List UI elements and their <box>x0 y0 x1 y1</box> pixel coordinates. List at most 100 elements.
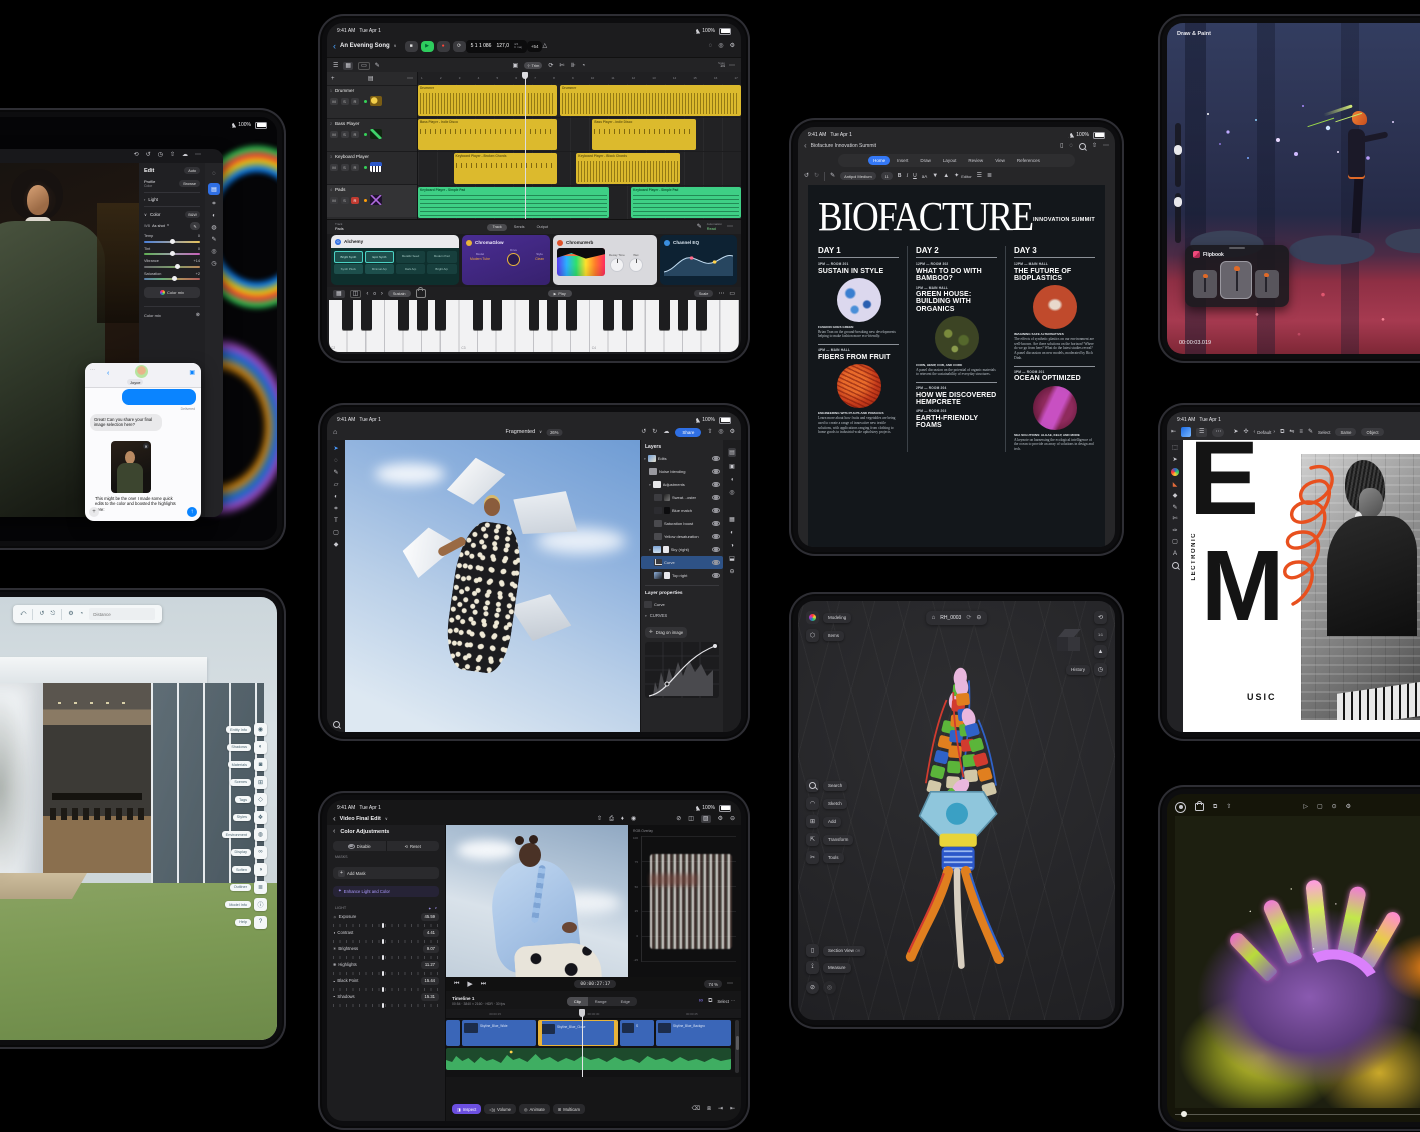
play-button[interactable]: ▶ <box>421 41 434 52</box>
loop-tool-icon[interactable]: ⟳ <box>548 63 553 69</box>
black-key[interactable] <box>435 300 446 330</box>
light-wand-icon[interactable]: ✦ <box>428 906 431 911</box>
cloud-icon[interactable]: ☁ <box>663 429 669 435</box>
enhance-button[interactable]: ✦Enhance Light and Color <box>333 886 439 897</box>
drag-on-image-button[interactable]: ✛Drag on image <box>645 627 687 638</box>
layer-row-saturation-boost[interactable]: Saturation boost <box>641 517 723 530</box>
timeline-playhead[interactable] <box>582 1009 583 1077</box>
edit-adjust-icon[interactable]: ▤ <box>208 183 220 195</box>
shape-tool-icon[interactable]: ▢ <box>1172 539 1178 545</box>
layer-row-yellow-desaturation[interactable]: Yellow desaturation <box>641 530 723 543</box>
move-tool-icon[interactable]: ➤ <box>333 446 338 452</box>
usic-label[interactable]: USIC <box>1247 692 1277 702</box>
entity-info-button[interactable]: Entity Info◉ <box>222 723 267 736</box>
pen-icon[interactable]: ✎ <box>1308 429 1313 435</box>
contact-name[interactable]: Joyce <box>127 379 143 385</box>
fx-icon[interactable]: ⬓ <box>729 556 735 562</box>
curves-graph[interactable] <box>645 642 719 698</box>
zoom-badge[interactable]: 26% <box>546 429 562 436</box>
visibility-eye-icon[interactable] <box>712 573 720 579</box>
multicam-button[interactable]: ⊞Multicam <box>553 1104 585 1114</box>
solo-button[interactable]: S <box>341 164 349 171</box>
visibility-eye-icon[interactable] <box>712 521 720 527</box>
slider-knob[interactable] <box>1174 145 1182 155</box>
lasso-tool-icon[interactable]: ◌ <box>334 458 338 464</box>
mixer-view-icon[interactable]: ▦ <box>343 62 353 70</box>
window-controls[interactable]: ⋯ <box>90 367 95 373</box>
panel-back-icon[interactable]: ‹ <box>333 828 335 835</box>
app-icon[interactable] <box>1181 427 1191 437</box>
flipbook-frame-selected[interactable] <box>1221 262 1251 298</box>
visibility-icon[interactable]: ◎ <box>823 981 836 994</box>
object-button[interactable]: Object <box>1361 428 1383 436</box>
editor-icon[interactable]: ✦ <box>954 173 959 179</box>
region-keys-1[interactable]: Keyboard Player - Broken Chords <box>454 153 557 184</box>
same-button[interactable]: Same <box>1335 428 1356 436</box>
back-grid-icon[interactable]: ⇤ <box>1171 429 1176 435</box>
voiceover-icon[interactable]: ♦ <box>621 816 624 822</box>
eyedropper-button[interactable]: ✎ <box>190 222 200 230</box>
editors-view-icon[interactable]: ▭ <box>358 62 370 70</box>
display-button[interactable]: Display∞ <box>222 846 267 859</box>
cycle-button[interactable]: ⟳ <box>453 41 466 52</box>
disable-button[interactable]: Disable <box>333 841 386 851</box>
export-icon[interactable]: ⎋ <box>50 611 55 617</box>
flip-icon[interactable]: ⇋ <box>1289 429 1294 435</box>
styles-button[interactable]: Styles❖ <box>222 811 267 824</box>
key-transpose-badge[interactable]: +54 <box>527 41 543 52</box>
robotic-hand-model[interactable] <box>842 662 1072 992</box>
layer-row-curve-selected[interactable]: Curve <box>641 556 723 569</box>
share-icon[interactable]: ⇧ <box>597 816 602 822</box>
lock-icon[interactable] <box>416 289 426 298</box>
black-key[interactable] <box>361 300 372 330</box>
scissors-icon[interactable]: ✄ <box>1172 516 1177 522</box>
bw-button[interactable]: B&W <box>185 211 200 218</box>
velocity-icon[interactable]: ◔ <box>582 63 586 69</box>
highlight-color-icon[interactable]: ▼ <box>932 173 938 179</box>
visibility-eye-icon[interactable] <box>712 456 720 462</box>
items-button[interactable]: Items <box>823 631 844 641</box>
prev-frame-icon[interactable]: ⏮ <box>454 981 459 987</box>
viewer-more-icon[interactable]: ⋯ <box>727 981 733 987</box>
chromaverb-power-icon[interactable] <box>557 240 563 246</box>
history-icon[interactable]: ◷ <box>158 152 163 158</box>
settings-icon[interactable]: ⚙ <box>730 429 735 435</box>
add-attachment-button[interactable]: + <box>89 507 99 517</box>
facetime-icon[interactable]: ▣ <box>189 369 195 376</box>
tab-layout[interactable]: Layout <box>938 156 962 165</box>
color-mix-button[interactable]: Color mix <box>144 287 200 298</box>
mobile-view-icon[interactable]: ▯ <box>1060 143 1063 149</box>
inspect-button[interactable]: ◨Inspect <box>452 1104 481 1114</box>
clip-short[interactable]: S <box>620 1020 654 1046</box>
drive-knob[interactable] <box>507 253 520 266</box>
auto-button[interactable]: Auto <box>184 167 200 174</box>
more-icon[interactable]: ⋯ <box>1212 428 1224 437</box>
delete-icon[interactable]: ⌫ <box>692 1106 700 1112</box>
isolate-icon[interactable]: ⊘ <box>806 981 819 994</box>
settings-icon[interactable]: ⚙ <box>730 43 735 49</box>
cloud-sync-icon[interactable]: ☁ <box>182 152 188 158</box>
doc-title[interactable]: Biofacture Innovation Summit <box>811 143 876 149</box>
sketch-icon[interactable]: ◠ <box>806 797 819 810</box>
alchemy-preset[interactable]: Bright Arp <box>427 264 457 274</box>
black-key[interactable] <box>566 300 577 330</box>
settings-gear-icon[interactable]: ⚙ <box>68 611 73 617</box>
scale-button[interactable]: Scale <box>694 290 714 297</box>
flipbook-frame[interactable] <box>1193 270 1217 298</box>
properties-panel-icon[interactable]: ▣ <box>729 464 735 470</box>
shadows-slider[interactable]: ◓Shadows15.31 <box>333 993 439 1007</box>
plugin-chromaglow[interactable]: ChromaGlow Model Modern Tube Drive Style… <box>462 235 550 285</box>
add-icon[interactable]: ⊞ <box>806 815 819 828</box>
visibility-eye-icon[interactable] <box>712 482 720 488</box>
eyedropper-tool-icon[interactable]: ◆ <box>334 542 339 548</box>
more-icon[interactable]: ⋯ <box>729 63 735 69</box>
back-chevron-icon[interactable]: ‹ <box>333 42 336 51</box>
crop-tool-icon[interactable]: ⌗ <box>334 506 337 512</box>
next-frame-icon[interactable]: ⏭ <box>481 981 486 987</box>
mode-clip[interactable]: Clip <box>567 997 588 1006</box>
bold-button[interactable]: B <box>898 173 902 179</box>
doc-name[interactable]: Fragmented <box>506 429 536 435</box>
align-icon[interactable]: ≡ <box>1299 429 1303 435</box>
plugin-chromaverb[interactable]: ChromaVerb Decay Time Wet <box>553 235 657 285</box>
tint-slider[interactable]: Tint0 <box>144 247 200 256</box>
